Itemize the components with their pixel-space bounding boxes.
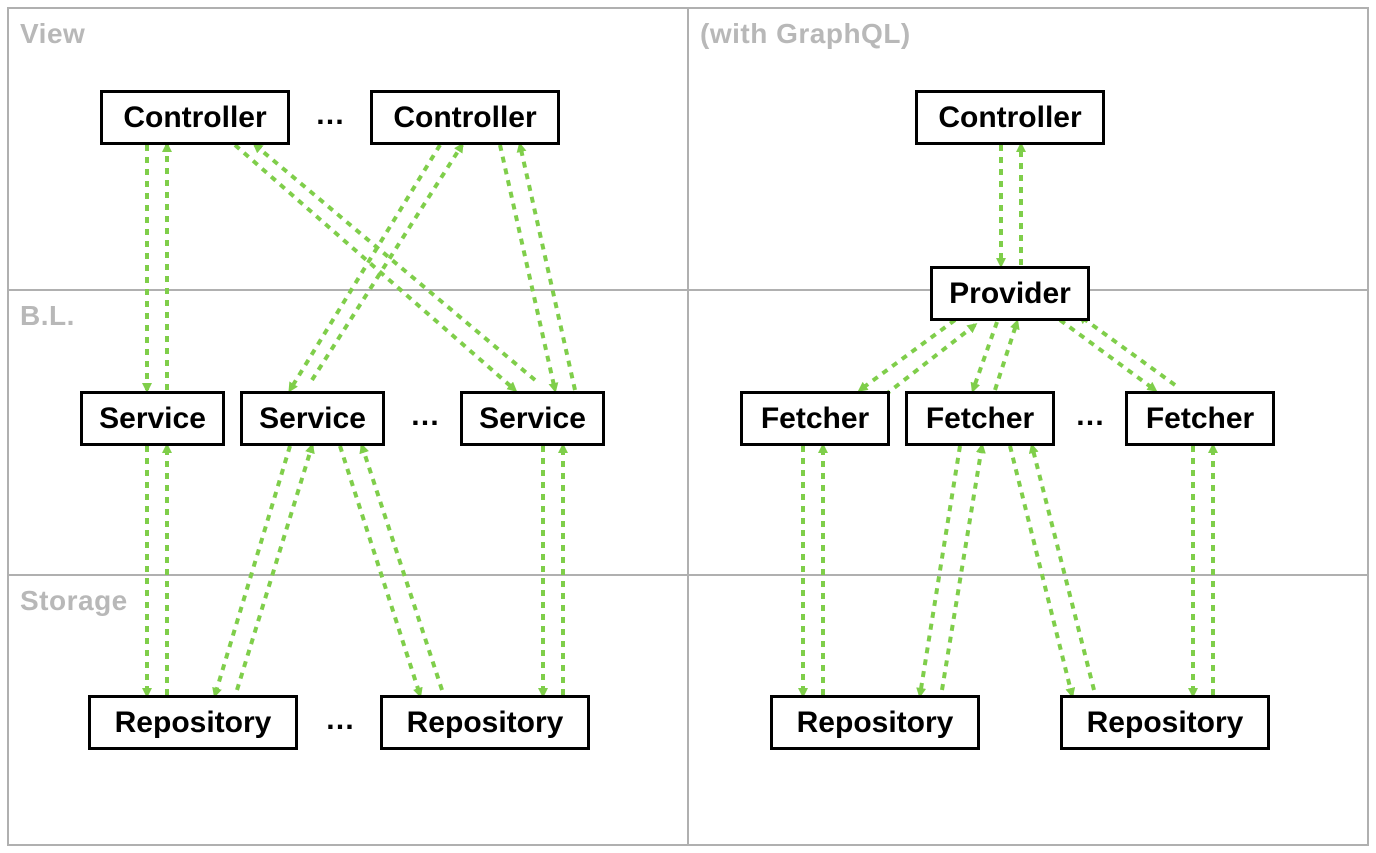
box-repo-right-2: Repository <box>1060 695 1270 750</box>
ellipsis-fetchers: … <box>1075 399 1105 433</box>
box-service-3: Service <box>460 391 605 446</box>
box-controller-right: Controller <box>915 90 1105 145</box>
ellipsis-repos-left: … <box>325 703 355 737</box>
ellipsis-controllers: … <box>315 98 345 132</box>
box-repo-left-2: Repository <box>380 695 590 750</box>
box-fetcher-1: Fetcher <box>740 391 890 446</box>
box-fetcher-2: Fetcher <box>905 391 1055 446</box>
box-provider: Provider <box>930 266 1090 321</box>
box-repo-left-1: Repository <box>88 695 298 750</box>
box-controller-left-2: Controller <box>370 90 560 145</box>
box-service-1: Service <box>80 391 225 446</box>
architecture-diagram: View (with GraphQL) B.L. Storage Control… <box>0 0 1376 853</box>
box-controller-left-1: Controller <box>100 90 290 145</box>
box-fetcher-3: Fetcher <box>1125 391 1275 446</box>
box-service-2: Service <box>240 391 385 446</box>
row-label-bl: B.L. <box>20 300 75 332</box>
row-label-storage: Storage <box>20 585 128 617</box>
row-label-view: View <box>20 18 85 50</box>
box-repo-right-1: Repository <box>770 695 980 750</box>
row-label-graphql: (with GraphQL) <box>700 18 911 50</box>
ellipsis-services: … <box>410 399 440 433</box>
